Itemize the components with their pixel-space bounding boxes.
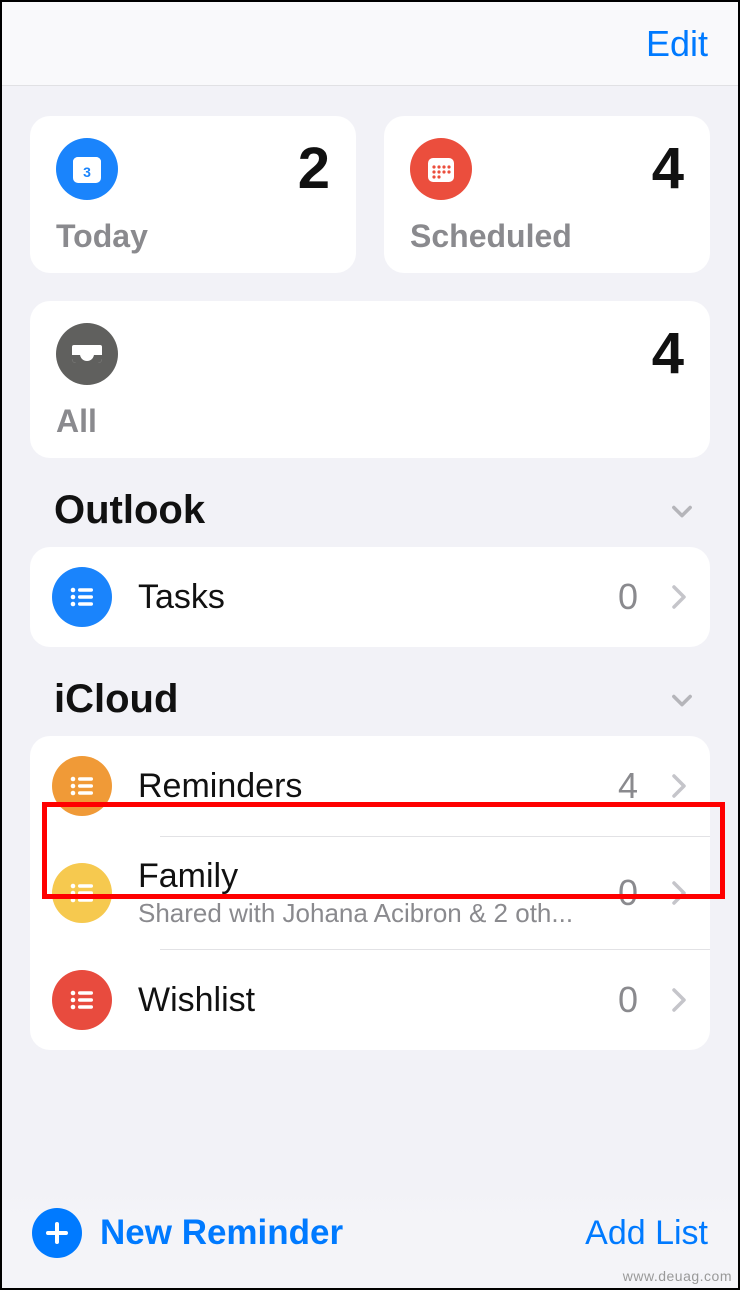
scheduled-label: Scheduled — [410, 218, 684, 255]
list-group-icloud: Reminders 4 Family Shared with Johana Ac… — [30, 736, 710, 1050]
bullet-list-icon — [65, 876, 99, 910]
list-row-reminders[interactable]: Reminders 4 — [30, 736, 710, 836]
row-body: Wishlist — [138, 981, 592, 1020]
calendar-icon: 3 — [70, 152, 104, 186]
smart-card-scheduled[interactable]: 4 Scheduled — [384, 116, 710, 273]
list-row-wishlist[interactable]: Wishlist 0 — [30, 950, 710, 1050]
chevron-right-icon — [670, 986, 688, 1014]
row-body: Tasks — [138, 578, 592, 617]
plus-circle-icon — [32, 1208, 82, 1258]
all-label: All — [56, 403, 684, 440]
row-count: 0 — [618, 872, 638, 914]
plus-icon — [43, 1219, 71, 1247]
list-bullet-icon — [52, 567, 112, 627]
chevron-down-icon — [668, 686, 696, 714]
row-title: Tasks — [138, 578, 592, 617]
bullet-list-icon — [65, 983, 99, 1017]
tray-icon — [69, 336, 105, 372]
smart-card-today[interactable]: 3 2 Today — [30, 116, 356, 273]
scheduled-count: 4 — [652, 140, 684, 198]
calendar-today-icon: 3 — [56, 138, 118, 200]
row-title: Family — [138, 857, 592, 896]
row-title: Reminders — [138, 767, 592, 806]
chevron-right-icon — [670, 583, 688, 611]
list-row-tasks[interactable]: Tasks 0 — [30, 547, 710, 647]
calendar-grid-icon — [424, 152, 458, 186]
chevron-right-icon — [670, 772, 688, 800]
smart-card-all[interactable]: 4 All — [30, 301, 710, 458]
chevron-right-icon — [670, 879, 688, 907]
section-header-outlook[interactable]: Outlook — [30, 458, 710, 547]
header-bar: Edit — [2, 2, 738, 86]
all-count: 4 — [652, 325, 684, 383]
row-body: Family Shared with Johana Acibron & 2 ot… — [138, 857, 592, 929]
list-group-outlook: Tasks 0 — [30, 547, 710, 647]
list-bullet-icon — [52, 756, 112, 816]
card-top: 4 — [56, 323, 684, 385]
list-row-family[interactable]: Family Shared with Johana Acibron & 2 ot… — [30, 837, 710, 949]
row-count: 0 — [618, 979, 638, 1021]
card-top: 4 — [410, 138, 684, 200]
row-body: Reminders — [138, 767, 592, 806]
add-list-button[interactable]: Add List — [585, 1214, 708, 1253]
new-reminder-button[interactable]: New Reminder — [32, 1208, 343, 1258]
list-bullet-icon — [52, 863, 112, 923]
section-header-icloud[interactable]: iCloud — [30, 647, 710, 736]
card-top: 3 2 — [56, 138, 330, 200]
bullet-list-icon — [65, 769, 99, 803]
row-subtitle: Shared with Johana Acibron & 2 oth... — [138, 898, 592, 929]
calendar-scheduled-icon — [410, 138, 472, 200]
inbox-all-icon — [56, 323, 118, 385]
svg-text:3: 3 — [83, 164, 91, 180]
chevron-down-icon — [668, 497, 696, 525]
today-label: Today — [56, 218, 330, 255]
smart-lists-grid: 3 2 Today — [30, 116, 710, 458]
row-count: 4 — [618, 765, 638, 807]
edit-button[interactable]: Edit — [646, 23, 708, 65]
list-bullet-icon — [52, 970, 112, 1030]
new-reminder-label: New Reminder — [100, 1213, 343, 1253]
today-count: 2 — [298, 140, 330, 198]
section-title: Outlook — [54, 488, 205, 533]
main-content: 3 2 Today — [2, 86, 738, 1050]
row-count: 0 — [618, 576, 638, 618]
bullet-list-icon — [65, 580, 99, 614]
row-title: Wishlist — [138, 981, 592, 1020]
section-title: iCloud — [54, 677, 178, 722]
watermark: www.deuag.com — [623, 1268, 732, 1284]
